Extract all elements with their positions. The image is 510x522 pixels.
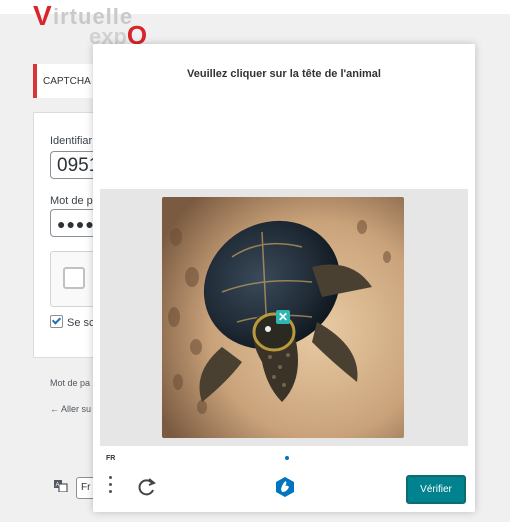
captcha-checkbox[interactable] — [63, 267, 85, 289]
username-label: Identifiar — [50, 135, 93, 147]
svg-text:A: A — [56, 483, 60, 489]
more-options-icon[interactable] — [109, 476, 113, 496]
hcaptcha-logo-icon[interactable] — [274, 476, 296, 498]
captcha-image-area: ✕ — [100, 189, 468, 446]
captcha-challenge-image[interactable]: ✕ — [162, 197, 404, 438]
refresh-icon[interactable] — [137, 477, 157, 497]
captcha-prompt: Veuillez cliquer sur la tête de l'animal — [187, 68, 381, 80]
remember-me-checkbox[interactable] — [50, 315, 63, 328]
verify-button[interactable]: Vérifier — [406, 475, 466, 504]
back-to-site-link[interactable]: ← Aller su — [50, 404, 91, 414]
translate-icon: A — [54, 480, 68, 495]
page-indicator-dot — [285, 456, 289, 460]
logo-letter-v: V — [33, 0, 52, 31]
remember-me-label: Se sc — [67, 317, 95, 329]
password-label: Mot de p — [50, 195, 93, 207]
lost-password-link[interactable]: Mot de pa — [50, 378, 90, 388]
site-logo[interactable]: V irtuelle expO — [33, 0, 173, 50]
captcha-language[interactable]: FR — [106, 455, 115, 462]
selection-marker[interactable]: ✕ — [276, 310, 290, 324]
captcha-modal: Veuillez cliquer sur la tête de l'animal — [93, 44, 475, 512]
remember-me[interactable]: Se sc — [50, 315, 95, 329]
